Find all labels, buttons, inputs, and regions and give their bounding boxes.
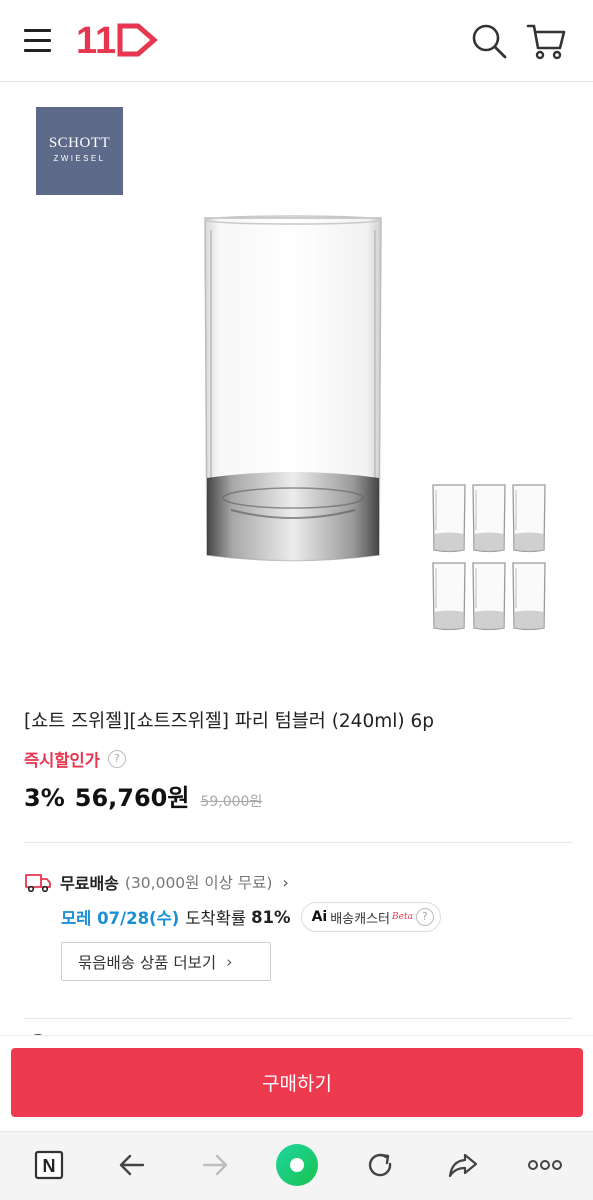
arrival-text: 도착확률 [185,909,247,928]
cart-icon[interactable] [522,18,570,64]
glass-thumbnail [430,560,468,632]
free-shipping-condition: (30,000원 이상 무료) [124,874,273,892]
bundle-shipping-button[interactable]: 묶음배송 상품 더보기 › [61,942,271,981]
logo-mark: 11 [76,20,158,62]
beta-label: Beta [392,912,413,922]
green-home-circle-icon[interactable] [272,1140,322,1190]
instant-discount-row: 즉시할인가 ? [24,747,126,771]
truck-icon [25,874,51,893]
hamburger-menu-icon[interactable] [14,18,62,62]
section-divider [24,1018,572,1019]
glass-thumbnail [470,482,508,554]
glass-thumbnail [470,560,508,632]
ai-caster-text: 배송캐스터 [330,911,391,927]
refresh-icon[interactable] [355,1140,405,1190]
section-divider [24,842,572,843]
brand-logo-badge: SCHOTT ZWIESEL [36,107,123,195]
top-bar: 11 [0,0,593,82]
brand-line-2: ZWIESEL [53,154,106,163]
forward-arrow-icon[interactable] [190,1140,240,1190]
product-title: [쇼트 즈위젤][쇼트즈위젤] 파리 텀블러 (240ml) 6p [24,711,434,732]
instant-discount-label: 즉시할인가 [24,751,100,770]
arrival-row: 모레 07/28(수) 도착확률 81% Ai 배송캐스터 Beta ? [61,901,441,933]
bundle-shipping-label: 묶음배송 상품 더보기 [78,953,217,972]
discount-rate: 3% [24,784,65,812]
share-icon[interactable] [438,1140,488,1190]
glass-thumbnail [510,482,548,554]
naver-n-icon[interactable]: N [24,1140,74,1190]
shipping-row[interactable]: 무료배송 (30,000원 이상 무료) › [24,869,289,895]
brand-line-1: SCHOTT [48,135,111,151]
naver-n-glyph: N [43,1156,56,1176]
logo-text: 11 [76,20,116,60]
back-arrow-icon[interactable] [107,1140,157,1190]
arrival-rate: 81% [251,907,291,927]
search-icon[interactable] [466,18,512,64]
product-main-image [195,210,395,570]
sale-price: 56,760원 [74,784,190,812]
glass-thumbnail [430,482,468,554]
ai-delivery-caster-badge[interactable]: Ai 배송캐스터 Beta ? [300,902,441,932]
11st-logo[interactable]: 11 [76,20,160,62]
glass-thumbnail [510,560,548,632]
ai-mark: Ai [311,909,328,925]
more-dots-icon[interactable] [520,1140,570,1190]
arrival-date: 모레 07/28(수) [61,909,180,928]
original-price: 59,000원 [200,794,263,810]
free-shipping-label: 무료배송 [60,874,119,893]
buy-button[interactable]: 구매하기 [11,1048,583,1117]
chevron-right-icon: › [226,952,233,971]
price-row: 3% 56,760원 59,000원 [24,778,262,813]
chevron-right-icon: › [282,872,289,892]
help-icon[interactable]: ? [415,908,434,926]
six-glass-thumbnail [430,482,548,634]
help-icon[interactable]: ? [107,750,126,768]
